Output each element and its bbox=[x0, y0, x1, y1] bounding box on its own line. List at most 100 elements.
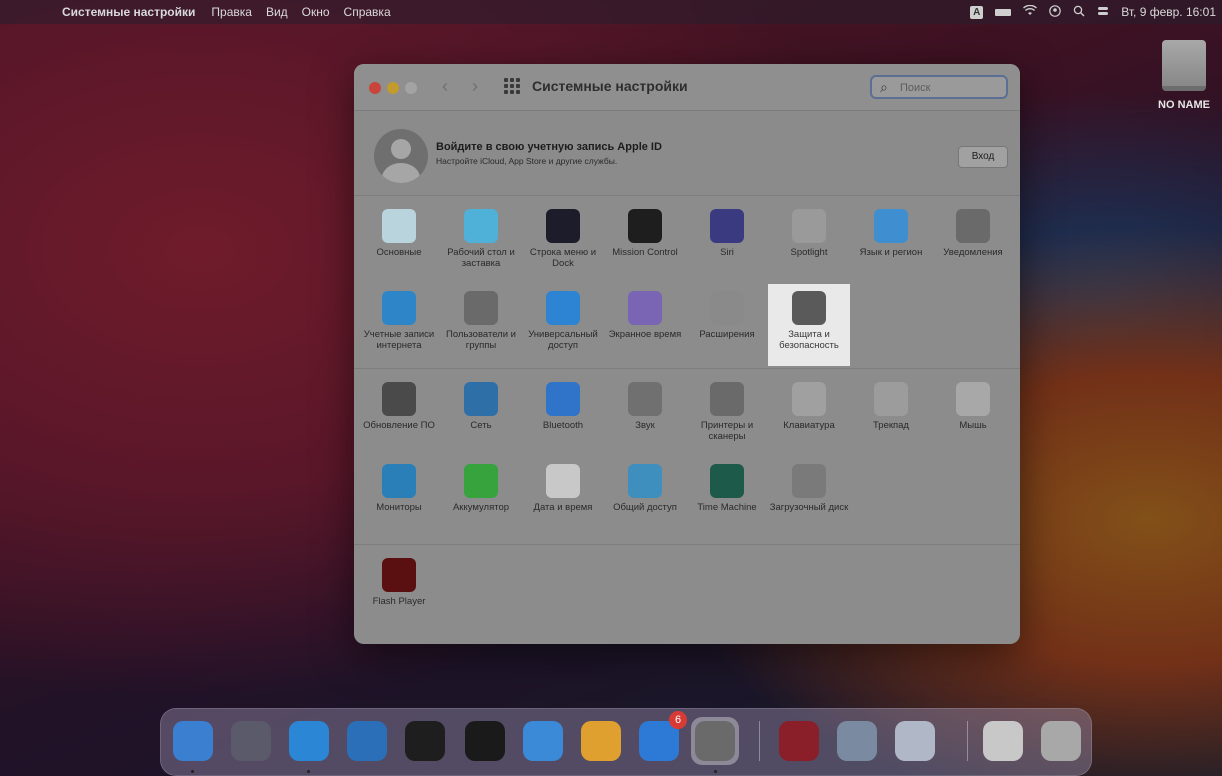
menu-help[interactable]: Справка bbox=[344, 5, 391, 19]
pref-pane-date-time[interactable]: Дата и время bbox=[522, 457, 604, 539]
search-icon: ⌕ bbox=[880, 79, 888, 95]
wifi-icon[interactable] bbox=[1023, 4, 1038, 19]
pref-pane-label: Flash Player bbox=[372, 596, 426, 607]
menubar-clock[interactable]: Вт, 9 февр. 16:01 bbox=[1121, 5, 1216, 19]
safari-icon bbox=[289, 721, 329, 761]
general-icon bbox=[382, 209, 416, 243]
pref-pane-language[interactable]: Язык и регион bbox=[850, 202, 932, 284]
pref-pane-startup-disk[interactable]: Загрузочный диск bbox=[768, 457, 850, 539]
dock-activity-monitor[interactable] bbox=[401, 717, 449, 765]
siri-icon bbox=[710, 209, 744, 243]
pref-pane-label: Siri bbox=[720, 247, 734, 258]
dock-photos[interactable] bbox=[577, 717, 625, 765]
mission-control-icon bbox=[628, 209, 662, 243]
vscode-icon bbox=[347, 721, 387, 761]
pref-pane-sound[interactable]: Звук bbox=[604, 375, 686, 457]
dock-trash[interactable] bbox=[1037, 717, 1085, 765]
rar-icon bbox=[779, 721, 819, 761]
keyboard-icon bbox=[792, 382, 826, 416]
dock-finder[interactable] bbox=[169, 717, 217, 765]
pref-pane-notifications[interactable]: Уведомления bbox=[932, 202, 1014, 284]
show-all-grid-icon[interactable] bbox=[504, 78, 520, 94]
spotlight-icon bbox=[792, 209, 826, 243]
pref-pane-time-machine[interactable]: Time Machine bbox=[686, 457, 768, 539]
pref-pane-label: Универсальный доступ bbox=[528, 329, 598, 351]
close-button[interactable] bbox=[369, 82, 381, 94]
dock-mail[interactable] bbox=[519, 717, 567, 765]
dock-preview[interactable] bbox=[833, 717, 881, 765]
menu-edit[interactable]: Правка bbox=[211, 5, 252, 19]
apple-id-banner: Войдите в свою учетную запись Apple ID Н… bbox=[354, 111, 1020, 196]
dock-running-indicator bbox=[191, 770, 194, 773]
pref-pane-dock[interactable]: Строка меню и Dock bbox=[522, 202, 604, 284]
pref-pane-printers[interactable]: Принтеры и сканеры bbox=[686, 375, 768, 457]
dock-flower-app[interactable] bbox=[891, 717, 939, 765]
pref-pane-label: Spotlight bbox=[790, 247, 828, 258]
pref-pane-siri[interactable]: Siri bbox=[686, 202, 768, 284]
pref-pane-label: Mission Control bbox=[612, 247, 678, 258]
pref-pane-network[interactable]: Сеть bbox=[440, 375, 522, 457]
apple-id-subtitle: Настройте iCloud, App Store и другие слу… bbox=[436, 156, 618, 166]
login-button[interactable]: Вход bbox=[958, 146, 1008, 168]
pref-pane-users[interactable]: Пользователи и группы bbox=[440, 284, 522, 366]
search-box[interactable]: ⌕ bbox=[870, 75, 1008, 99]
pref-pane-desktop[interactable]: Рабочий стол и заставка bbox=[440, 202, 522, 284]
dock-rar[interactable] bbox=[775, 717, 823, 765]
pref-pane-sharing[interactable]: Общий доступ bbox=[604, 457, 686, 539]
window-title: Системные настройки bbox=[532, 78, 688, 94]
spotlight-search-icon[interactable] bbox=[1073, 5, 1085, 20]
menu-window[interactable]: Окно bbox=[302, 5, 330, 19]
pref-pane-internet-accounts[interactable]: Учетные записи интернета bbox=[358, 284, 440, 366]
input-source-icon[interactable]: A bbox=[970, 5, 984, 19]
pref-pane-general[interactable]: Основные bbox=[358, 202, 440, 284]
menu-view[interactable]: Вид bbox=[266, 5, 288, 19]
forward-button[interactable]: › bbox=[472, 76, 478, 97]
pref-pane-software-update[interactable]: Обновление ПО bbox=[358, 375, 440, 457]
bluetooth-icon bbox=[546, 382, 580, 416]
back-button[interactable]: ‹ bbox=[442, 76, 448, 97]
mouse-icon bbox=[956, 382, 990, 416]
pref-pane-keyboard[interactable]: Клавиатура bbox=[768, 375, 850, 457]
activity-monitor-icon bbox=[405, 721, 445, 761]
dock-icon bbox=[546, 209, 580, 243]
pref-pane-label: Клавиатура bbox=[783, 420, 835, 431]
security-icon bbox=[792, 291, 826, 325]
dock-safari[interactable] bbox=[285, 717, 333, 765]
dock-vscode[interactable] bbox=[343, 717, 391, 765]
menu-app-name[interactable]: Системные настройки bbox=[62, 5, 195, 19]
control-center-icon[interactable] bbox=[1097, 5, 1109, 20]
pref-pane-label: Загрузочный диск bbox=[769, 502, 849, 513]
external-drive-icon bbox=[1162, 40, 1206, 91]
dock-launchpad[interactable] bbox=[227, 717, 275, 765]
pref-pane-mission-control[interactable]: Mission Control bbox=[604, 202, 686, 284]
pref-pane-spotlight[interactable]: Spotlight bbox=[768, 202, 850, 284]
battery-icon[interactable] bbox=[995, 8, 1012, 16]
search-input[interactable] bbox=[898, 79, 1002, 97]
internet-accounts-icon bbox=[382, 291, 416, 325]
apple-id-title: Войдите в свою учетную запись Apple ID bbox=[436, 141, 662, 153]
dock-system-preferences[interactable] bbox=[691, 717, 739, 765]
avatar[interactable] bbox=[374, 129, 428, 183]
dock-terminal[interactable] bbox=[461, 717, 509, 765]
dock-downloads-stack[interactable] bbox=[979, 717, 1027, 765]
pref-pane-screen-time[interactable]: Экранное время bbox=[604, 284, 686, 366]
minimize-button[interactable] bbox=[387, 82, 399, 94]
pref-pane-mouse[interactable]: Мышь bbox=[932, 375, 1014, 457]
pref-pane-security[interactable]: Защита и безопасность bbox=[768, 284, 850, 366]
pref-pane-battery[interactable]: Аккумулятор bbox=[440, 457, 522, 539]
pref-pane-bluetooth[interactable]: Bluetooth bbox=[522, 375, 604, 457]
pref-pane-flash-player[interactable]: Flash Player bbox=[358, 551, 440, 633]
user-icon[interactable] bbox=[1049, 4, 1062, 20]
photos-icon bbox=[581, 721, 621, 761]
zoom-button[interactable] bbox=[405, 82, 417, 94]
pref-pane-trackpad[interactable]: Трекпад bbox=[850, 375, 932, 457]
pref-pane-displays[interactable]: Мониторы bbox=[358, 457, 440, 539]
desktop-drive[interactable]: NO NAME bbox=[1156, 40, 1212, 111]
pref-pane-label: Основные bbox=[376, 247, 422, 258]
window-titlebar[interactable]: ‹ › Системные настройки ⌕ bbox=[354, 64, 1020, 111]
pref-pane-label: Сеть bbox=[470, 420, 492, 431]
pref-pane-extensions[interactable]: Расширения bbox=[686, 284, 768, 366]
pref-pane-label: Защита и безопасность bbox=[779, 329, 839, 351]
pref-pane-accessibility[interactable]: Универсальный доступ bbox=[522, 284, 604, 366]
sound-icon bbox=[628, 382, 662, 416]
